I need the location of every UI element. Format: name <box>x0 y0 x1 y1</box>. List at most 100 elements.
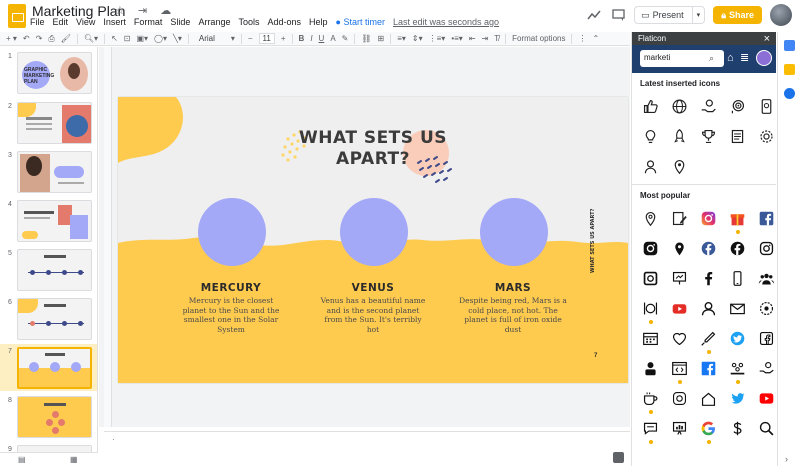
font-select[interactable]: Arial <box>195 33 225 44</box>
code-window-icon[interactable] <box>668 358 691 384</box>
search-icon[interactable] <box>755 418 776 438</box>
home-icon[interactable]: ⌂ <box>727 52 734 64</box>
planet-desc-mars[interactable]: Despite being red, Mars is a cold place,… <box>458 296 568 334</box>
present-dropdown-icon[interactable]: ▾ <box>693 11 705 19</box>
tasks-icon[interactable] <box>784 88 795 99</box>
redo-icon[interactable]: ↷ <box>36 34 43 43</box>
coffee-icon[interactable] <box>639 388 662 414</box>
instagram-icon[interactable] <box>697 208 720 228</box>
money-dollar-icon[interactable] <box>726 418 749 438</box>
menu-tools[interactable]: Tools <box>238 17 259 27</box>
filmstrip-view-icon[interactable]: ▦ <box>70 455 78 464</box>
location-pin-icon[interactable] <box>668 156 691 176</box>
vertical-caption[interactable]: WHAT SETS US APART? <box>590 203 596 273</box>
facebook-black-icon[interactable] <box>726 238 749 258</box>
slide-thumbnail-6[interactable]: 6 <box>0 295 97 342</box>
flaticon-user-avatar[interactable] <box>756 50 772 66</box>
facebook-icon[interactable] <box>755 208 776 228</box>
google-icon[interactable] <box>697 418 720 444</box>
print-icon[interactable]: ⎙ <box>48 34 54 44</box>
gear-icon[interactable] <box>755 126 776 146</box>
select-cursor-icon[interactable]: ↖ <box>111 34 118 43</box>
line-spacing-icon[interactable]: ⇕▾ <box>412 34 423 43</box>
explore-icon[interactable] <box>613 452 624 463</box>
image-icon[interactable]: ▣▾ <box>136 34 148 43</box>
close-icon[interactable]: × <box>764 33 770 45</box>
search-icon[interactable]: ⌕ <box>709 53 714 64</box>
rocket-icon[interactable] <box>668 126 691 146</box>
slides-logo-icon[interactable] <box>8 4 26 28</box>
font-dropdown-icon[interactable]: ▾ <box>231 34 235 43</box>
filter-icon[interactable]: ≣ <box>740 51 749 64</box>
facebook-square-outline-icon[interactable] <box>755 328 776 348</box>
planet-name-mercury[interactable]: MERCURY <box>176 282 286 294</box>
smartphone-icon[interactable] <box>726 268 749 288</box>
menu-view[interactable]: View <box>76 17 95 27</box>
indent-more-icon[interactable]: ⇥ <box>482 34 489 43</box>
planet-name-mars[interactable]: MARS <box>458 282 568 294</box>
mercury-circle[interactable] <box>198 198 266 266</box>
lightbulb-dollar-icon[interactable] <box>639 126 662 146</box>
text-color-icon[interactable]: A <box>330 34 335 43</box>
twitter-icon[interactable] <box>726 328 749 348</box>
newspaper-icon[interactable] <box>726 126 749 146</box>
title-action-icons[interactable]: ☆ ⇥ ☁ <box>115 4 176 17</box>
comments-icon[interactable] <box>610 7 626 23</box>
presentation-chart-icon[interactable] <box>668 418 691 438</box>
current-slide[interactable]: WHAT SETS US APART? MERCURY Mercury is t… <box>118 97 628 383</box>
last-edit-note[interactable]: Last edit was seconds ago <box>393 17 499 27</box>
gift-icon[interactable] <box>726 208 749 234</box>
support-agent-icon[interactable] <box>639 156 662 176</box>
instagram-outline-icon[interactable] <box>755 238 776 258</box>
keep-icon[interactable] <box>784 64 795 75</box>
menu-insert[interactable]: Insert <box>103 17 126 27</box>
start-timer-link[interactable]: ● Start timer <box>336 17 385 27</box>
speaker-notes[interactable]: · <box>104 431 630 466</box>
youtube-red-icon[interactable] <box>755 388 776 408</box>
menu-slide[interactable]: Slide <box>170 17 190 27</box>
grid-view-icon[interactable]: ▤ <box>18 455 26 464</box>
slide-thumbnail-4[interactable]: 4 <box>0 197 97 244</box>
calendar-icon[interactable] <box>639 328 662 348</box>
clear-format-icon[interactable]: T̸ <box>494 34 499 43</box>
heart-icon[interactable] <box>668 328 691 348</box>
mobile-money-icon[interactable] <box>755 96 776 116</box>
slide-thumbnail-8[interactable]: 8 <box>0 393 97 440</box>
person-icon[interactable] <box>639 358 662 378</box>
slide-thumbnail-3[interactable]: 3 <box>0 148 97 195</box>
highlight-icon[interactable]: ✎ <box>342 34 349 43</box>
instagram-square-icon[interactable] <box>639 268 662 288</box>
expand-panel-icon[interactable]: › <box>785 454 788 464</box>
zoom-icon[interactable]: 🔍︎▾ <box>84 34 98 43</box>
format-options-button[interactable]: Format options <box>512 34 565 43</box>
location-pin-solid-icon[interactable] <box>668 238 691 258</box>
facebook-circle-icon[interactable] <box>697 238 720 258</box>
twitter-blue-icon[interactable] <box>726 388 749 408</box>
undo-icon[interactable]: ↶ <box>23 34 30 43</box>
comment-add-icon[interactable]: ⊞ <box>378 34 385 43</box>
bold-icon[interactable]: B <box>299 34 305 43</box>
align-icon[interactable]: ≡▾ <box>397 34 406 43</box>
decrease-font-icon[interactable]: − <box>248 34 253 43</box>
activity-chart-icon[interactable] <box>586 7 602 23</box>
underline-icon[interactable]: U <box>319 34 325 43</box>
planet-desc-mercury[interactable]: Mercury is the closest planet to the Sun… <box>176 296 286 334</box>
paint-format-icon[interactable]: 🖌︎ <box>61 34 71 43</box>
share-button[interactable]: 🔒︎ Share <box>713 6 762 24</box>
hand-coins-icon[interactable] <box>755 358 776 378</box>
menu-add-ons[interactable]: Add-ons <box>267 17 301 27</box>
trophy-icon[interactable] <box>697 126 720 146</box>
italic-icon[interactable]: I <box>310 34 312 43</box>
edit-form-icon[interactable] <box>668 208 691 228</box>
target-head-icon[interactable] <box>726 96 749 116</box>
new-slide-icon[interactable]: + ▾ <box>6 34 17 43</box>
planet-desc-venus[interactable]: Venus has a beautiful name and is the se… <box>318 296 428 334</box>
calendar-icon[interactable] <box>784 40 795 51</box>
menu-help[interactable]: Help <box>309 17 328 27</box>
mail-icon[interactable] <box>726 298 749 318</box>
syringe-icon[interactable] <box>697 328 720 354</box>
user-icon[interactable] <box>697 298 720 318</box>
team-icon[interactable] <box>726 358 749 384</box>
collapse-icon[interactable]: ⌃ <box>592 34 599 43</box>
location-pin-outline-icon[interactable] <box>639 208 662 228</box>
